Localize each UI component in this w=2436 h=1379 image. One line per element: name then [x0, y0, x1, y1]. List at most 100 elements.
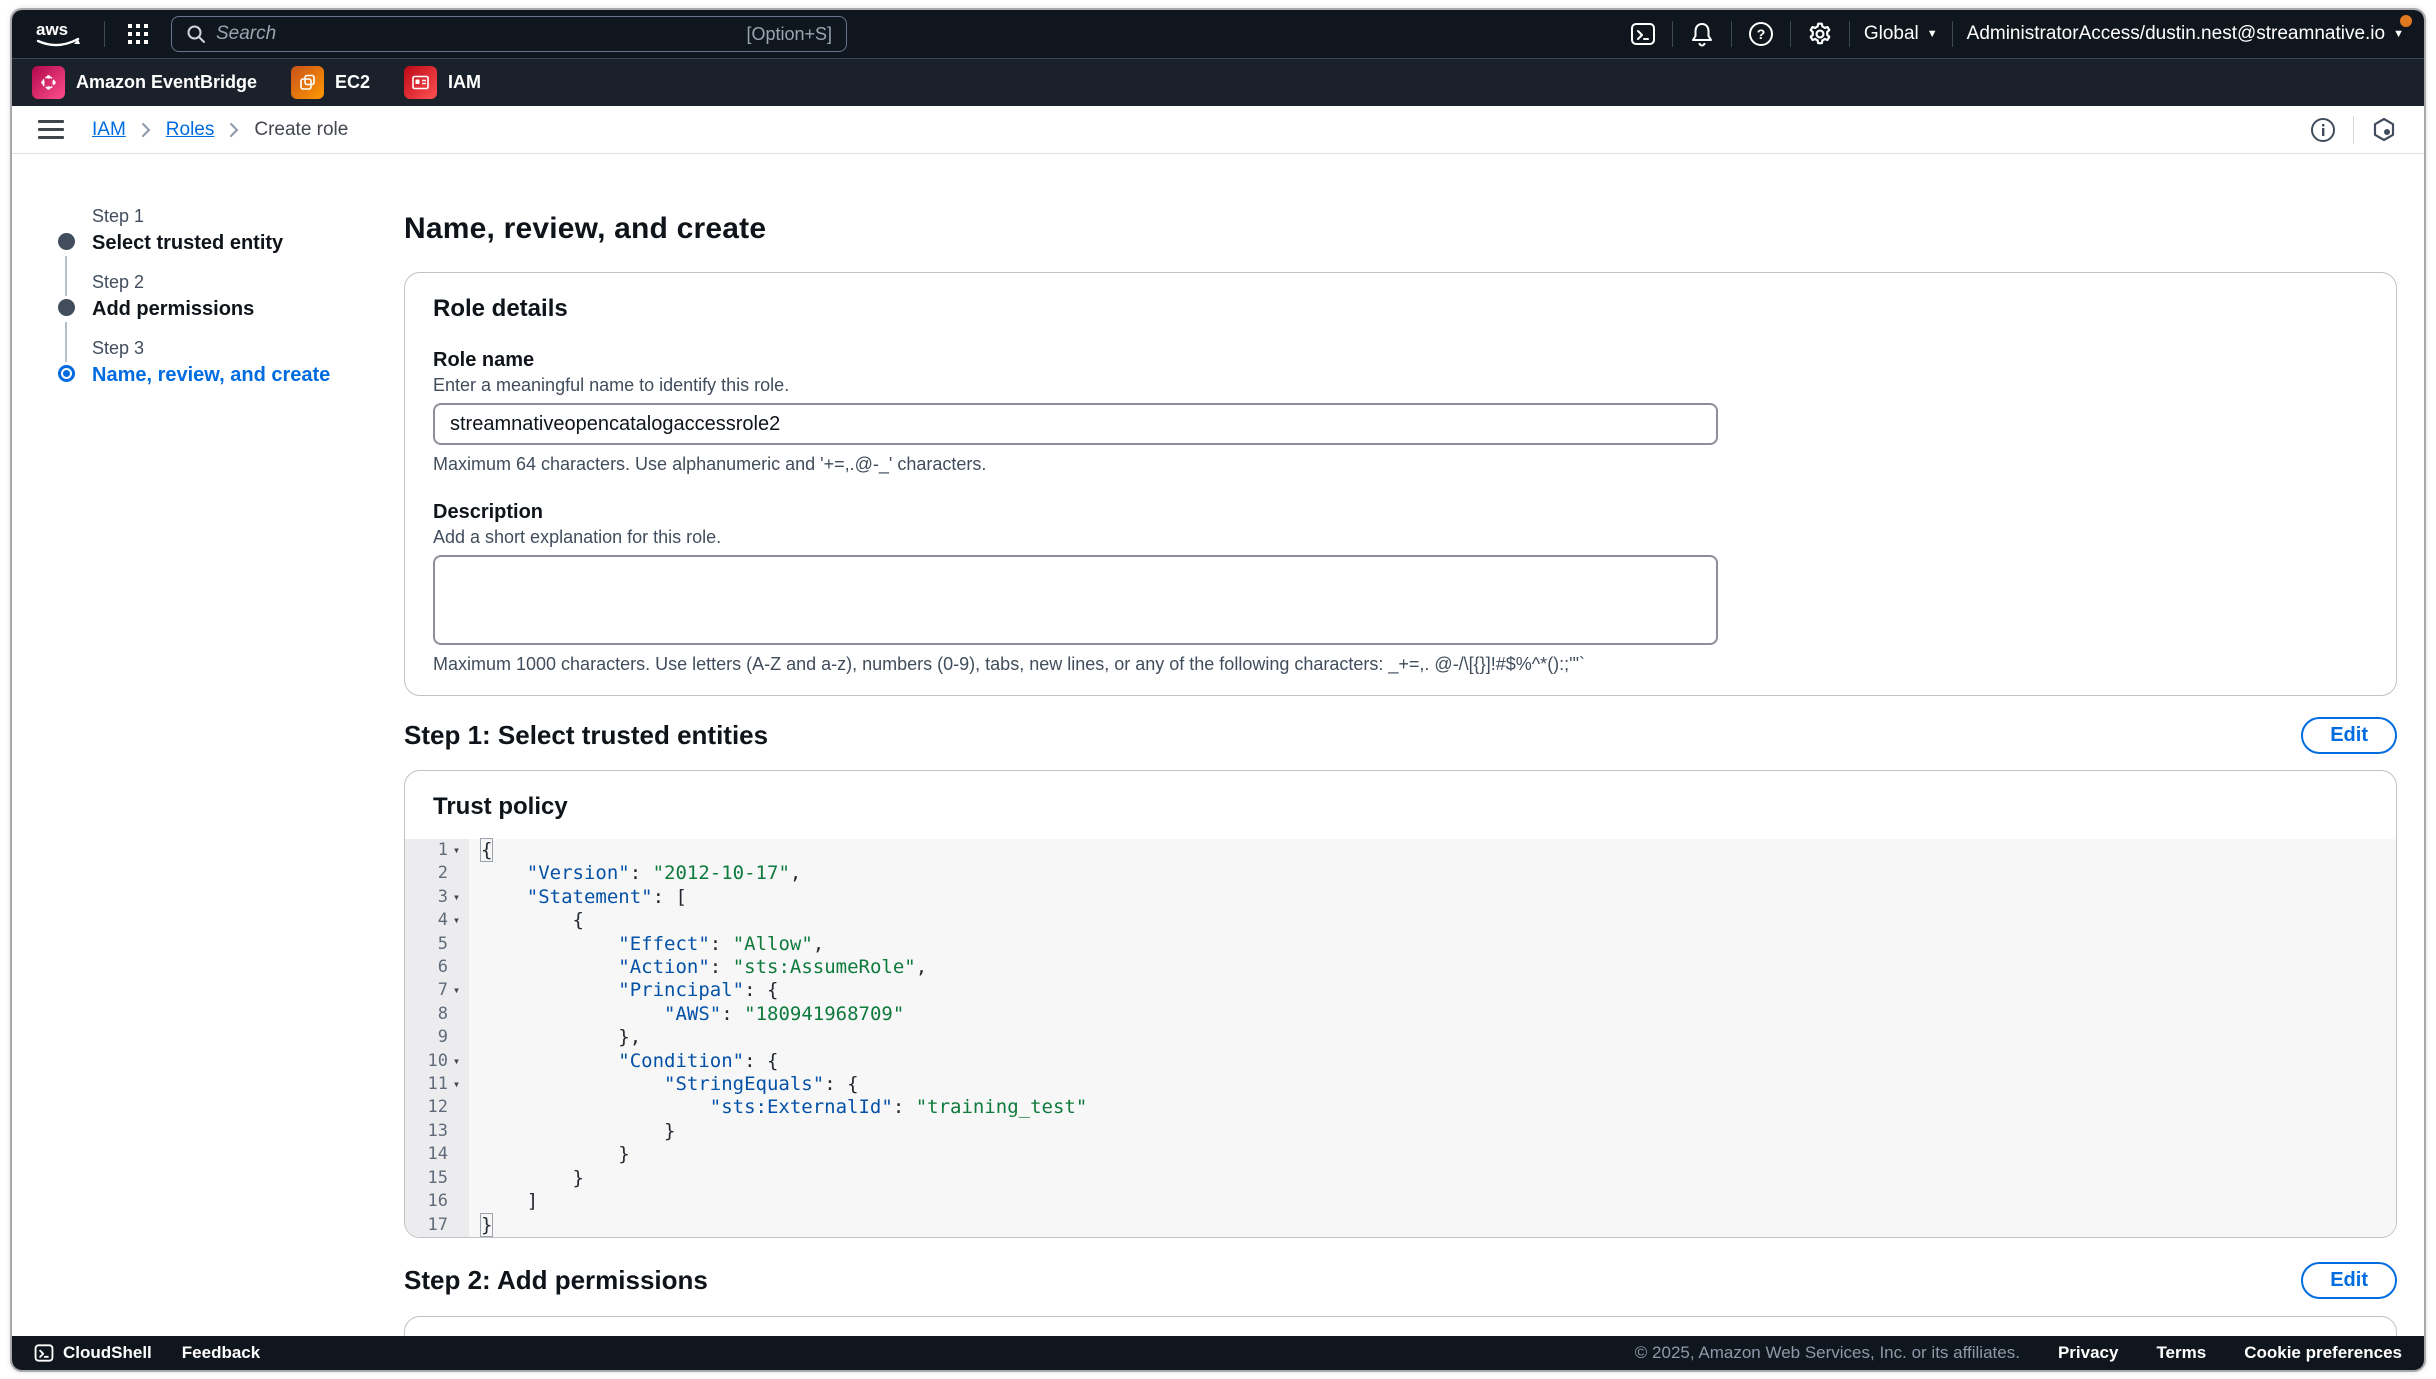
footer-cloudshell[interactable]: CloudShell: [34, 1343, 152, 1363]
aws-logo[interactable]: aws: [32, 17, 88, 51]
favorite-iam[interactable]: IAM: [404, 66, 481, 99]
code-line: 13 }: [405, 1120, 2396, 1143]
edit-permissions-button[interactable]: Edit: [2301, 1262, 2397, 1299]
step1-heading-row: Step 1: Select trusted entities Edit: [404, 714, 2397, 756]
role-name-input[interactable]: [433, 403, 1718, 445]
fold-toggle-icon[interactable]: ▾: [449, 839, 464, 862]
code-line: 3▾ "Statement": [: [405, 886, 2396, 909]
favorite-ec2[interactable]: EC2: [291, 66, 370, 99]
notifications-bell-icon[interactable]: [1687, 19, 1717, 49]
region-label: Global: [1864, 23, 1919, 45]
divider: [1731, 21, 1732, 47]
breadcrumb-actions: [2309, 116, 2398, 144]
account-menu[interactable]: AdministratorAccess/dustin.nest@streamna…: [1967, 23, 2404, 45]
line-number: 15: [422, 1167, 448, 1190]
footer-link-terms[interactable]: Terms: [2156, 1343, 2206, 1363]
code-text: {: [469, 839, 492, 862]
step1-heading: Step 1: Select trusted entities: [404, 720, 768, 751]
cloudshell-icon: [34, 1343, 54, 1363]
code-text: {: [469, 909, 584, 932]
step-number: Step 1: [92, 206, 404, 227]
footer-bar: CloudShell Feedback © 2025, Amazon Web S…: [12, 1336, 2424, 1370]
permissions-summary-card: Permissions policy summary: [404, 1316, 2397, 1336]
code-line: 15 }: [405, 1167, 2396, 1190]
step2-heading: Step 2: Add permissions: [404, 1265, 708, 1296]
global-search-box[interactable]: [Option+S]: [171, 16, 847, 52]
code-line: 12 "sts:ExternalId": "training_test": [405, 1096, 2396, 1119]
divider: [1790, 21, 1791, 47]
footer-feedback[interactable]: Feedback: [182, 1343, 260, 1363]
chevron-right-icon: [140, 122, 152, 138]
fold-toggle-icon[interactable]: ▾: [449, 1073, 464, 1096]
wizard-steps-sidebar: Step 1 Select trusted entity Step 2 Add …: [12, 154, 404, 1336]
wizard-step-3-active: Step 3 Name, review, and create: [58, 338, 404, 387]
trust-policy-code[interactable]: 1▾{2 "Version": "2012-10-17",3▾ "Stateme…: [405, 839, 2396, 1237]
line-number: 17: [422, 1214, 448, 1237]
fold-toggle-icon[interactable]: ▾: [449, 1050, 464, 1073]
code-line: 4▾ {: [405, 909, 2396, 932]
step-link-name-review-create[interactable]: Name, review, and create: [92, 364, 404, 387]
description-textarea[interactable]: [433, 555, 1718, 645]
ec2-icon: [291, 66, 324, 99]
menu-hamburger-icon[interactable]: [38, 120, 64, 139]
code-line: 8 "AWS": "180941968709": [405, 1003, 2396, 1026]
step-link-add-permissions[interactable]: Add permissions: [92, 298, 404, 321]
line-number: 2: [422, 862, 448, 885]
code-line: 14 }: [405, 1143, 2396, 1166]
code-line: 11▾ "StringEquals": {: [405, 1073, 2396, 1096]
code-line: 6 "Action": "sts:AssumeRole",: [405, 956, 2396, 979]
line-number: 9: [422, 1026, 448, 1049]
line-number: 4: [422, 909, 448, 932]
svg-text:aws: aws: [36, 20, 68, 39]
line-number: 7: [422, 979, 448, 1002]
help-icon[interactable]: ?: [1746, 19, 1776, 49]
code-text: "Action": "sts:AssumeRole",: [469, 956, 927, 979]
step2-heading-row: Step 2: Add permissions Edit: [404, 1260, 2397, 1302]
fold-toggle-icon[interactable]: ▾: [449, 886, 464, 909]
code-text: "Effect": "Allow",: [469, 933, 824, 956]
fold-toggle-icon[interactable]: ▾: [449, 909, 464, 932]
favorite-eventbridge[interactable]: Amazon EventBridge: [32, 66, 257, 99]
line-number: 6: [422, 956, 448, 979]
breadcrumb-link-iam[interactable]: IAM: [92, 119, 126, 141]
fold-toggle-icon[interactable]: ▾: [449, 979, 464, 1002]
code-line: 2 "Version": "2012-10-17",: [405, 862, 2396, 885]
breadcrumb-link-roles[interactable]: Roles: [166, 119, 215, 141]
divider: [104, 21, 105, 47]
chevron-down-icon: ▼: [1927, 28, 1938, 40]
footer-link-privacy[interactable]: Privacy: [2058, 1343, 2119, 1363]
code-text: }: [469, 1120, 675, 1143]
line-number: 8: [422, 1003, 448, 1026]
breadcrumb-bar: IAM Roles Create role: [12, 106, 2424, 154]
role-name-constraint: Maximum 64 characters. Use alphanumeric …: [433, 454, 2368, 475]
settings-gear-icon[interactable]: [1805, 19, 1835, 49]
code-text: "sts:ExternalId": "training_test": [469, 1096, 1087, 1119]
code-line: 9 },: [405, 1026, 2396, 1049]
region-selector[interactable]: Global ▼: [1864, 23, 1938, 45]
code-text: "AWS": "180941968709": [469, 1003, 904, 1026]
wizard-step-2: Step 2 Add permissions: [58, 272, 404, 321]
search-shortcut-hint: [Option+S]: [746, 24, 832, 45]
top-navigation-bar: aws [Option+S]: [12, 10, 2424, 58]
amazon-q-icon[interactable]: [2370, 116, 2398, 144]
account-label: AdministratorAccess/dustin.nest@streamna…: [1967, 23, 2385, 45]
divider: [1952, 21, 1953, 47]
services-grid-icon[interactable]: [121, 17, 155, 51]
code-text: "Statement": [: [469, 886, 687, 909]
favorites-bar: Amazon EventBridge EC2 IAM: [12, 58, 2424, 106]
code-line: 17}: [405, 1214, 2396, 1237]
cloudshell-icon[interactable]: [1628, 19, 1658, 49]
edit-trusted-entities-button[interactable]: Edit: [2301, 717, 2397, 754]
footer-right: © 2025, Amazon Web Services, Inc. or its…: [1635, 1343, 2402, 1363]
step-link-select-trusted-entity[interactable]: Select trusted entity: [92, 232, 404, 255]
info-icon[interactable]: [2309, 116, 2337, 144]
code-text: "Condition": {: [469, 1050, 778, 1073]
line-number: 14: [422, 1143, 448, 1166]
code-text: "Version": "2012-10-17",: [469, 862, 801, 885]
code-text: }: [469, 1214, 492, 1237]
search-icon: [186, 24, 206, 44]
code-line: 7▾ "Principal": {: [405, 979, 2396, 1002]
page-title: Name, review, and create: [404, 212, 2397, 246]
footer-link-cookie-preferences[interactable]: Cookie preferences: [2244, 1343, 2402, 1363]
search-input[interactable]: [216, 23, 736, 45]
